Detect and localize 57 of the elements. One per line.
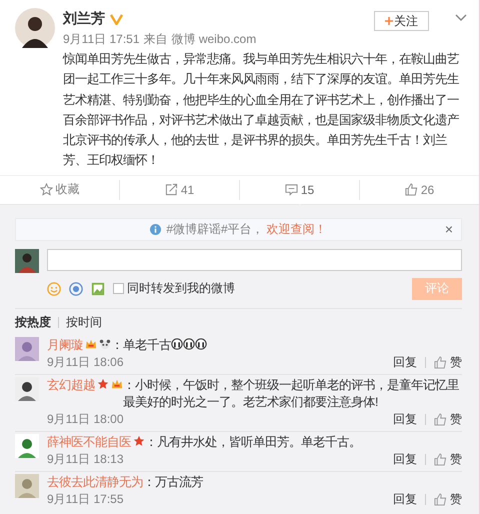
crown-icon: [85, 338, 97, 350]
thumbs-up-icon: [434, 356, 447, 370]
comment-text: ：小时候，午饭时，整个班级一起听单老的评书，是童年记忆里最美好的时光之一了。老艺术家们都要注意身体!: [123, 378, 459, 409]
comment-text: ：万古流芳: [143, 474, 203, 489]
comment-text: ：单老千古: [111, 338, 171, 352]
comment-input[interactable]: [47, 248, 462, 271]
crown-icon: [111, 378, 123, 390]
image-icon[interactable]: [91, 282, 105, 296]
comment-time: 9月11日 18:00: [47, 411, 124, 428]
chevron-down-icon[interactable]: [455, 14, 467, 22]
star-icon: [40, 183, 52, 196]
info-icon: [150, 224, 162, 235]
avatar[interactable]: [15, 8, 55, 48]
avatar[interactable]: [15, 376, 39, 401]
checkbox-label[interactable]: 同时转发到我的微博: [127, 280, 235, 298]
sort-tab[interactable]: 按热度: [15, 314, 51, 332]
crying-face-icon: [171, 338, 183, 350]
like-button[interactable]: 赞: [434, 411, 462, 428]
sort-tab[interactable]: 按时间: [66, 314, 102, 332]
thumbs-up-icon: [434, 493, 447, 506]
close-button[interactable]: ×: [444, 220, 453, 237]
reply-link[interactable]: 回复: [393, 411, 417, 428]
star-icon: [133, 434, 145, 447]
thumbs-up-icon: [404, 183, 418, 196]
post-text: 惊闻单田芳先生做古，异常悲痛。我与单田芳先生相识六十年，在鞍山曲艺团一起工作三十多年。几十年来风风雨雨，结下了深厚的友谊。单田芳先生艺术精湛、特别勤奋，他把毕生的心血全用在了评书艺术上，创作播出了一百余部评书作品，对评书艺术做出了卓越贡献，也是国家级非物质文化遗产北京评书的传承人，他的去世，是评书界的损失。单田芳先生千古！刘兰芳、王印权缅怀！: [63, 51, 460, 170]
share-icon: [164, 183, 178, 196]
thumbs-up-icon: [434, 453, 447, 466]
like-button[interactable]: 赞: [434, 491, 462, 508]
reply-link[interactable]: 回复: [393, 491, 417, 508]
action-button[interactable]: 收藏: [0, 180, 119, 200]
action-button[interactable]: 41: [119, 180, 239, 200]
notice-text: #微博辟谣#平台，: [166, 220, 264, 238]
comment-time: 9月11日 18:06: [47, 354, 124, 372]
comment-time: 9月11日 17:55: [47, 491, 124, 508]
source-prefix: 来自: [144, 31, 168, 48]
reply-link[interactable]: 回复: [393, 451, 417, 468]
reply-link[interactable]: 回复: [393, 354, 417, 372]
comment-text: ：凡有井水处，皆听单田芳。单老千古。: [145, 434, 361, 449]
star-icon: [97, 378, 109, 390]
like-button[interactable]: 赞: [434, 451, 462, 468]
comment-time: 9月11日 18:13: [47, 451, 124, 468]
panda-icon: [99, 338, 111, 350]
post-time[interactable]: 9月11日 17:51: [63, 31, 140, 48]
follow-button[interactable]: 关注: [374, 11, 429, 31]
checkbox[interactable]: [113, 283, 124, 294]
source-link[interactable]: 微博 weibo.com: [172, 31, 256, 48]
like-button[interactable]: 赞: [434, 354, 462, 372]
speech-bubble-icon: [284, 183, 298, 196]
smiley-icon[interactable]: [47, 282, 61, 296]
action-button[interactable]: 15: [239, 180, 359, 200]
author-name[interactable]: 刘兰芳: [63, 10, 105, 28]
plus-icon: [385, 17, 393, 25]
action-button[interactable]: 26: [359, 180, 479, 200]
thumbs-up-icon: [434, 413, 447, 426]
crying-face-icon: [183, 338, 195, 350]
avatar: [15, 248, 39, 273]
crying-face-icon: [195, 338, 207, 350]
